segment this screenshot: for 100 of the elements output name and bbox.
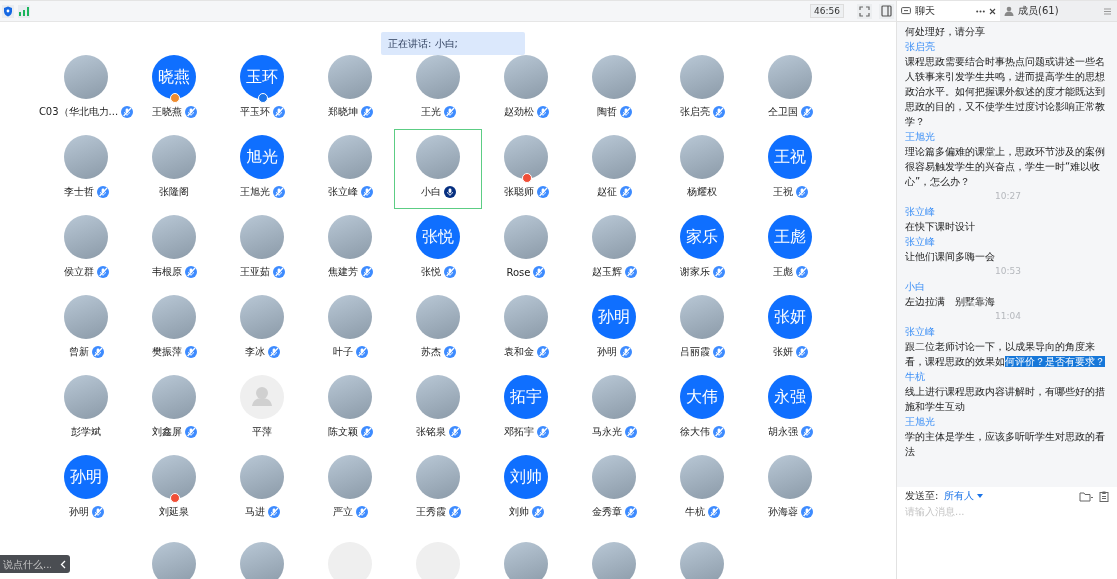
send-to-label: 发送至:	[905, 489, 939, 503]
participant-tile[interactable]: 曾新	[42, 289, 130, 369]
participant-tile[interactable]: 张妍 张妍	[746, 289, 834, 369]
participant-tile[interactable]: 赵征	[570, 129, 658, 209]
photo-placeholder	[504, 135, 548, 179]
participant-tile[interactable]: 牛杭	[658, 449, 746, 529]
participant-tile[interactable]: 王秀霞	[394, 449, 482, 529]
microphone-icon[interactable]	[443, 186, 456, 198]
participant-tile[interactable]: 刘帅 刘帅	[482, 449, 570, 529]
participant-name: 金秀章	[591, 505, 622, 519]
participant-tile[interactable]: 马永光	[570, 369, 658, 449]
person-icon	[1004, 6, 1014, 16]
close-icon[interactable]	[989, 7, 996, 15]
participant-tile[interactable]: 刘鑫屏	[130, 369, 218, 449]
participant-tile[interactable]: 平萍	[218, 369, 306, 449]
sender-name: 王旭光	[905, 130, 936, 144]
clipboard-icon[interactable]	[1099, 490, 1109, 502]
photo-placeholder	[416, 375, 460, 419]
participant-tile[interactable]: 焦建芳	[306, 209, 394, 289]
participant-name: 侯立群	[63, 265, 94, 279]
participant-tile[interactable]: 樊振萍	[130, 289, 218, 369]
participant-tile[interactable]: 永强 胡永强	[746, 369, 834, 449]
participant-tile[interactable]: 大伟 徐大伟	[658, 369, 746, 449]
participant-name: 张铭泉	[415, 425, 446, 439]
photo-placeholder	[504, 295, 548, 339]
participant-tile[interactable]: 彭学斌	[42, 369, 130, 449]
participant-name: 小白	[420, 185, 441, 199]
participant-tile[interactable]: 叶子	[306, 289, 394, 369]
participant-tile[interactable]: 晓燕 王晓燕	[130, 49, 218, 129]
photo-placeholder	[504, 55, 548, 99]
participant-tile[interactable]: Rose	[482, 209, 570, 289]
message-text: 课程思政需要结合时事热点问题或讲述一些名人轶事来引发学生共鸣，进而提高学生的思想政治水平。如何把握课外叙述的度才能既达到思政的目的，又不使学生过度讨论影响正常教学？	[905, 55, 1106, 129]
message-text: 理论篇多偏难的课堂上，思政环节涉及的案例很容易触发学生的兴奋点，学生一时“难以收心”，怎么办？	[905, 145, 1106, 189]
participant-tile[interactable]: 吕丽霞	[658, 289, 746, 369]
participant-name: 樊振萍	[151, 345, 182, 359]
message-text: 在快下课时设计	[905, 220, 976, 234]
message-text: 学的主体是学生，应该多听听学生对思政的看法	[905, 430, 1106, 459]
more-icon[interactable]	[976, 9, 985, 13]
meeting-timer: 46:56	[810, 4, 844, 18]
participant-tile[interactable]: 杨耀权	[658, 129, 746, 209]
caret-icon	[977, 494, 984, 498]
participant-tile[interactable]: 张铭泉	[394, 369, 482, 449]
participant-tile[interactable]: 陈文颖	[306, 369, 394, 449]
panel-layout-icon[interactable]	[879, 3, 894, 19]
participant-tile[interactable]: 家乐 谢家乐	[658, 209, 746, 289]
sender-name: 王旭光	[905, 415, 936, 429]
participant-tile[interactable]: 苏杰	[394, 289, 482, 369]
participant-name: 苏杰	[420, 345, 441, 359]
participant-tile[interactable]: 张聪师	[482, 129, 570, 209]
comment-bar[interactable]: 说点什么...	[0, 555, 70, 573]
participant-tile[interactable]: 张启亮	[658, 49, 746, 129]
shield-icon[interactable]	[2, 4, 14, 18]
photo-placeholder	[592, 375, 636, 419]
participant-tile[interactable]: 金秀章	[570, 449, 658, 529]
folder-icon[interactable]	[1079, 490, 1093, 502]
fullscreen-icon[interactable]	[857, 3, 872, 19]
panel-tab[interactable]: 成员(61)	[1000, 1, 1080, 21]
participant-name: 王秀霞	[415, 505, 446, 519]
participant-tile[interactable]: 李冰	[218, 289, 306, 369]
participant-tile[interactable]: 孙海蓉	[746, 449, 834, 529]
participant-tile[interactable]: 王彪 王彪	[746, 209, 834, 289]
participant-tile[interactable]: 李士哲	[42, 129, 130, 209]
participant-name: 马永光	[591, 425, 622, 439]
participant-tile[interactable]: 侯立群	[42, 209, 130, 289]
participant-tile[interactable]: 张立峰	[306, 129, 394, 209]
comment-input[interactable]: 说点什么...	[0, 558, 54, 570]
participant-tile[interactable]: 王祝 王祝	[746, 129, 834, 209]
photo-placeholder	[416, 295, 460, 339]
initials-avatar: 拓宇	[504, 375, 548, 419]
participant-tile[interactable]: 刘延泉	[130, 449, 218, 529]
participant-tile[interactable]: 马进	[218, 449, 306, 529]
participant-tile[interactable]: 玉环 平玉环	[218, 49, 306, 129]
participant-name: 曾新	[68, 345, 89, 359]
participant-name: 赵征	[596, 185, 617, 199]
participant-tile[interactable]: 袁和金	[482, 289, 570, 369]
participant-tile[interactable]: 韦根原	[130, 209, 218, 289]
participant-tile[interactable]: 拓宇 邓拓宇	[482, 369, 570, 449]
participant-tile[interactable]: 仝卫国	[746, 49, 834, 129]
photo-placeholder	[416, 455, 460, 499]
signal-icon[interactable]	[18, 4, 30, 18]
panel-tab[interactable]: 聊天	[897, 1, 1000, 21]
photo-placeholder	[768, 55, 812, 99]
participant-tile[interactable]: 张悦 张悦	[394, 209, 482, 289]
participant-name: Rose	[506, 266, 531, 278]
participant-tile[interactable]: 张隆阁	[130, 129, 218, 209]
photo-placeholder	[680, 135, 724, 179]
message-time: 10:53	[994, 265, 1022, 278]
participant-tile[interactable]: 王亚茹	[218, 209, 306, 289]
participant-tile[interactable]: 孙明 孙明	[570, 289, 658, 369]
participant-name: 张悦	[420, 265, 441, 279]
photo-placeholder	[64, 135, 108, 179]
participant-name: 王光	[420, 105, 441, 119]
participant-tile[interactable]: 旭光 王旭光	[218, 129, 306, 209]
recipient-dropdown[interactable]: 所有人	[944, 489, 984, 503]
participant-tile[interactable]: 小白	[394, 129, 482, 209]
participant-tile[interactable]: 孙明 孙明	[42, 449, 130, 529]
photo-placeholder	[328, 375, 372, 419]
participant-tile[interactable]: 赵玉辉	[570, 209, 658, 289]
participant-tile[interactable]: 陶哲	[570, 49, 658, 129]
participant-tile[interactable]: 严立	[306, 449, 394, 529]
